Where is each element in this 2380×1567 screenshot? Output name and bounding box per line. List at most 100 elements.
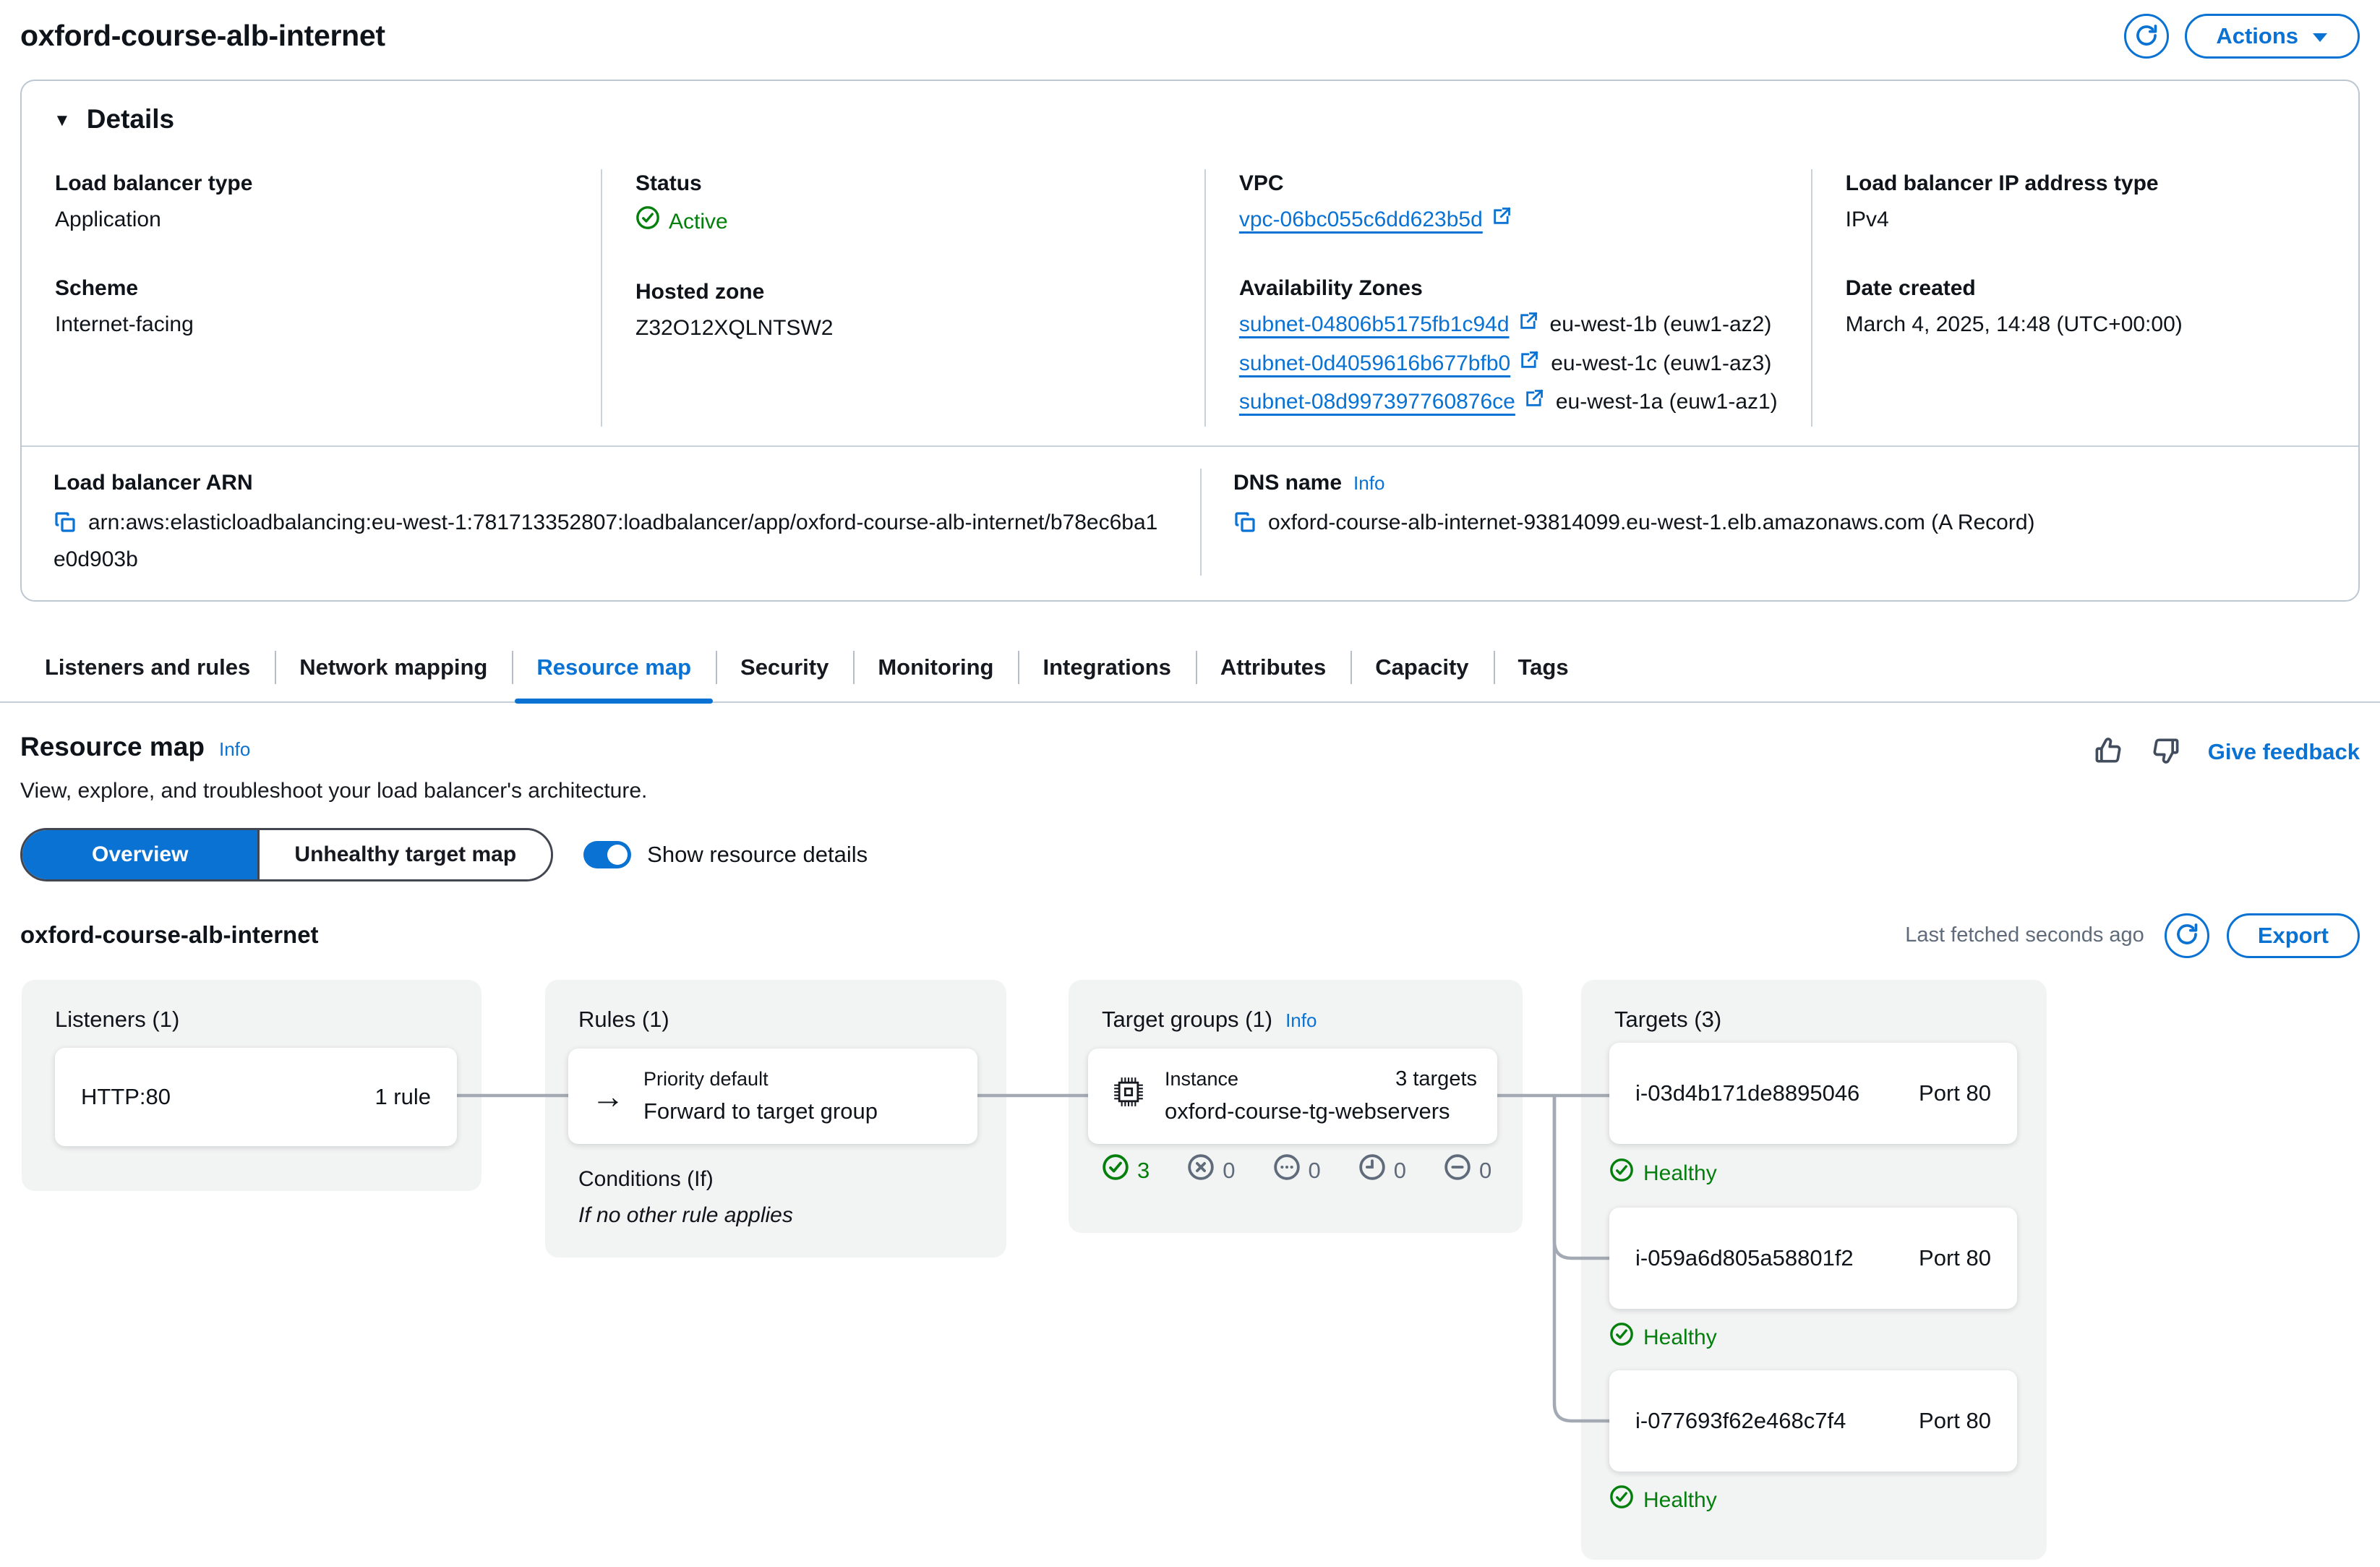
external-link-icon bbox=[1518, 310, 1538, 340]
dns-info-link[interactable]: Info bbox=[1353, 471, 1384, 496]
map-refresh-button[interactable] bbox=[2165, 913, 2209, 958]
segment-unhealthy-target-map[interactable]: Unhealthy target map bbox=[257, 830, 551, 879]
map-heading-row: oxford-course-alb-internet Last fetched … bbox=[20, 913, 2360, 958]
az-zone: eu-west-1c (euw1-az3) bbox=[1551, 349, 1771, 379]
details-grid: Load balancer type Application Scheme In… bbox=[22, 169, 2358, 427]
copy-icon[interactable] bbox=[1233, 511, 1257, 543]
subnet-link[interactable]: subnet-04806b5175fb1c94d bbox=[1239, 310, 1538, 340]
target-groups-info-link[interactable]: Info bbox=[1285, 1008, 1317, 1033]
give-feedback-link[interactable]: Give feedback bbox=[2208, 737, 2360, 767]
external-link-icon bbox=[1519, 349, 1539, 379]
subnet-link[interactable]: subnet-0d4059616b677bfb0 bbox=[1239, 349, 1539, 379]
target-node[interactable]: i-059a6d805a58801f2 Port 80 bbox=[1609, 1208, 2017, 1309]
x-circle-icon bbox=[1187, 1153, 1215, 1189]
az-row: subnet-0d4059616b677bfb0 eu-west-1c (euw… bbox=[1239, 349, 1778, 379]
check-circle-icon bbox=[1609, 1485, 1634, 1518]
header-actions: Actions bbox=[2124, 14, 2360, 59]
external-link-icon bbox=[1491, 205, 1512, 235]
resource-map-title: Resource map bbox=[20, 729, 205, 765]
field-label: Load balancer type bbox=[55, 169, 568, 199]
refresh-button[interactable] bbox=[2124, 14, 2169, 59]
target-group-name[interactable]: oxford-course-tg-webservers bbox=[1165, 1096, 1477, 1127]
thumbs-up-icon bbox=[2092, 735, 2124, 769]
external-link-icon bbox=[1524, 388, 1544, 417]
tab-network-mapping[interactable]: Network mapping bbox=[275, 636, 512, 701]
target-node[interactable]: i-077693f62e468c7f4 Port 80 bbox=[1609, 1370, 2017, 1472]
target-group-target-count: 3 targets bbox=[1395, 1065, 1477, 1093]
thumbs-up-button[interactable] bbox=[2092, 735, 2124, 769]
targets-panel: Targets (3) i-03d4b171de8895046 Port 80 … bbox=[1581, 980, 2047, 1560]
resource-map-canvas: Listeners (1) HTTP:80 1 rule Rules (1) →… bbox=[20, 980, 2360, 1567]
details-expander[interactable]: ▼ Details bbox=[22, 101, 2358, 137]
field-value: IPv4 bbox=[1846, 205, 2325, 235]
check-circle-icon bbox=[1102, 1153, 1129, 1189]
target-group-node[interactable]: Instance 3 targets oxford-course-tg-webs… bbox=[1088, 1049, 1497, 1144]
rules-panel-title: Rules (1) bbox=[545, 980, 1006, 1035]
subnet-link[interactable]: subnet-08d997397760876ce bbox=[1239, 388, 1544, 417]
details-divider bbox=[22, 445, 2358, 447]
target-group-health-summary: 3 0 0 0 bbox=[1102, 1153, 1491, 1189]
target-instance-id[interactable]: i-077693f62e468c7f4 bbox=[1635, 1406, 1846, 1436]
details-column-4: Load balancer IP address type IPv4 Date … bbox=[1812, 169, 2358, 427]
tab-listeners-and-rules[interactable]: Listeners and rules bbox=[20, 636, 275, 701]
details-column-3: VPC vpc-06bc055c6dd623b5d Availability Z… bbox=[1206, 169, 1812, 427]
rules-panel: Rules (1) → Priority default Forward to … bbox=[545, 980, 1006, 1258]
refresh-icon bbox=[2175, 922, 2199, 949]
tab-security[interactable]: Security bbox=[716, 636, 853, 701]
tab-tags[interactable]: Tags bbox=[1494, 636, 1593, 701]
az-zone: eu-west-1a (euw1-az1) bbox=[1556, 388, 1778, 417]
details-bottom-row: Load balancer ARN arn:aws:elasticloadbal… bbox=[22, 469, 2358, 576]
tab-attributes[interactable]: Attributes bbox=[1196, 636, 1350, 701]
resource-map-info-link[interactable]: Info bbox=[219, 737, 250, 762]
tab-resource-map[interactable]: Resource map bbox=[512, 636, 716, 701]
clock-circle-icon bbox=[1358, 1153, 1386, 1189]
actions-button[interactable]: Actions bbox=[2185, 14, 2360, 59]
arn-block: Load balancer ARN arn:aws:elasticloadbal… bbox=[22, 469, 1202, 576]
target-health-status: Healthy bbox=[1609, 1158, 1717, 1191]
rule-node-default[interactable]: → Priority default Forward to target gro… bbox=[568, 1049, 977, 1144]
resource-map-header: Resource map Info View, explore, and tro… bbox=[20, 729, 2360, 806]
copy-icon[interactable] bbox=[53, 511, 77, 543]
show-resource-details-toggle[interactable] bbox=[583, 841, 631, 868]
minus-circle-icon bbox=[1444, 1153, 1471, 1189]
export-button[interactable]: Export bbox=[2227, 913, 2360, 958]
rule-action: Forward to target group bbox=[643, 1096, 878, 1127]
field-label: Load balancer ARN bbox=[53, 469, 1168, 498]
target-port: Port 80 bbox=[1919, 1243, 1991, 1273]
rule-priority: Priority default bbox=[643, 1066, 878, 1092]
listener-protocol[interactable]: HTTP:80 bbox=[81, 1082, 171, 1112]
target-health-status: Healthy bbox=[1609, 1485, 1717, 1518]
field-value: Z32O12XQLNTSW2 bbox=[635, 314, 1171, 343]
map-title: oxford-course-alb-internet bbox=[20, 919, 319, 952]
healthy-count: 3 bbox=[1102, 1153, 1150, 1189]
tab-monitoring[interactable]: Monitoring bbox=[853, 636, 1018, 701]
segment-overview[interactable]: Overview bbox=[22, 830, 257, 879]
forward-arrow-icon: → bbox=[591, 1080, 625, 1113]
elb-detail-page: oxford-course-alb-internet Actions ▼ Det… bbox=[0, 0, 2380, 1567]
vpc-link[interactable]: vpc-06bc055c6dd623b5d bbox=[1239, 205, 1512, 235]
field-label: Hosted zone bbox=[635, 278, 1171, 307]
tab-bar: Listeners and rules Network mapping Reso… bbox=[0, 636, 2380, 703]
listener-node-http-80[interactable]: HTTP:80 1 rule bbox=[55, 1048, 457, 1146]
check-circle-icon bbox=[1609, 1158, 1634, 1191]
view-controls: Overview Unhealthy target map Show resou… bbox=[20, 828, 2360, 881]
target-instance-id[interactable]: i-059a6d805a58801f2 bbox=[1635, 1243, 1854, 1273]
thumbs-down-button[interactable] bbox=[2150, 735, 2182, 769]
target-group-type: Instance bbox=[1165, 1066, 1238, 1092]
view-segmented-control: Overview Unhealthy target map bbox=[20, 828, 553, 881]
unused-count: 0 bbox=[1444, 1153, 1491, 1189]
tab-integrations[interactable]: Integrations bbox=[1018, 636, 1195, 701]
instance-chip-icon bbox=[1108, 1072, 1149, 1121]
resource-map-description: View, explore, and troubleshoot your loa… bbox=[20, 777, 647, 806]
field-label: DNS name bbox=[1233, 469, 1342, 498]
caret-down-icon bbox=[2311, 23, 2329, 49]
target-node[interactable]: i-03d4b171de8895046 Port 80 bbox=[1609, 1043, 2017, 1144]
target-port: Port 80 bbox=[1919, 1078, 1991, 1109]
details-column-1: Load balancer type Application Scheme In… bbox=[22, 169, 602, 427]
tab-capacity[interactable]: Capacity bbox=[1350, 636, 1493, 701]
field-label: Status bbox=[635, 169, 1171, 199]
status-badge: Active bbox=[635, 205, 728, 239]
target-instance-id[interactable]: i-03d4b171de8895046 bbox=[1635, 1078, 1859, 1109]
field-value: Internet-facing bbox=[55, 310, 568, 340]
export-button-label: Export bbox=[2258, 923, 2329, 949]
